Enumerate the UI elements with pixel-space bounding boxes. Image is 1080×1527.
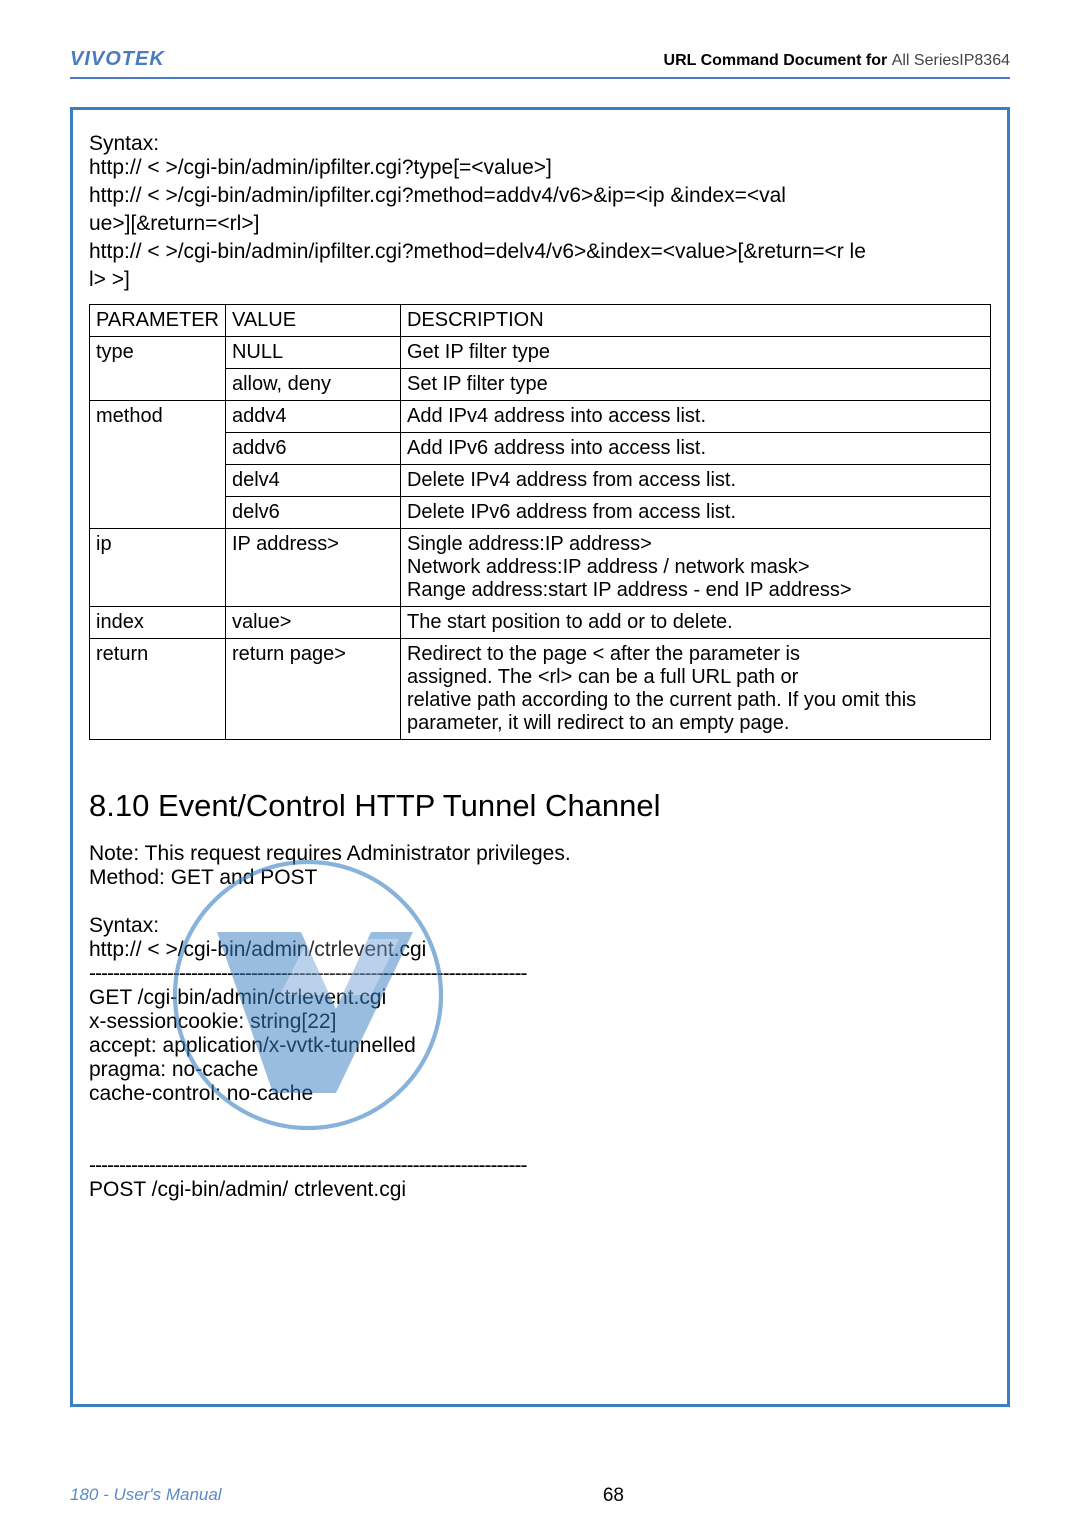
col-value: VALUE [225,305,400,337]
doc-title: URL Command Document for All SeriesIP836… [664,52,1010,70]
syntax-line: l> >] [89,268,991,292]
section-note: Note: This request requires Administrato… [89,842,991,866]
footer-page-number: 68 [603,1485,624,1507]
footer-left: 180 - User's Manual [70,1485,222,1507]
syntax-line: http:// < >/cgi-bin/admin/ipfilter.cgi?t… [89,156,991,180]
col-description: DESCRIPTION [400,305,990,337]
separator-dashes: ----------------------------------------… [89,962,991,986]
separator-dashes: ----------------------------------------… [89,1154,991,1178]
section-heading: 8.10 Event/Control HTTP Tunnel Channel [89,788,991,824]
syntax-line: ue>][&return=<rl>] [89,212,991,236]
get-request-block: GET /cgi-bin/admin/ctrlevent.cgi x-sessi… [89,986,991,1106]
syntax-line: http:// < >/cgi-bin/admin/ipfilter.cgi?m… [89,184,991,208]
page-footer: 180 - User's Manual 68 . [70,1485,1010,1507]
page-header: VIVOTEK URL Command Document for All Ser… [70,48,1010,79]
section-url: http:// < >/cgi-bin/admin/ctrlevent.cgi [89,938,991,962]
parameter-table: PARAMETER VALUE DESCRIPTION typeNULLGet … [89,304,991,740]
section-syntax-label: Syntax: [89,914,991,938]
col-parameter: PARAMETER [90,305,226,337]
content-frame: Syntax: http:// < >/cgi-bin/admin/ipfilt… [70,107,1010,1407]
brand-label: VIVOTEK [70,48,165,71]
table-header-row: PARAMETER VALUE DESCRIPTION [90,305,991,337]
section-method: Method: GET and POST [89,866,991,890]
syntax-label: Syntax: [89,132,991,156]
syntax-line: http:// < >/cgi-bin/admin/ipfilter.cgi?m… [89,240,991,264]
post-request-block: POST /cgi-bin/admin/ ctrlevent.cgi [89,1178,991,1202]
